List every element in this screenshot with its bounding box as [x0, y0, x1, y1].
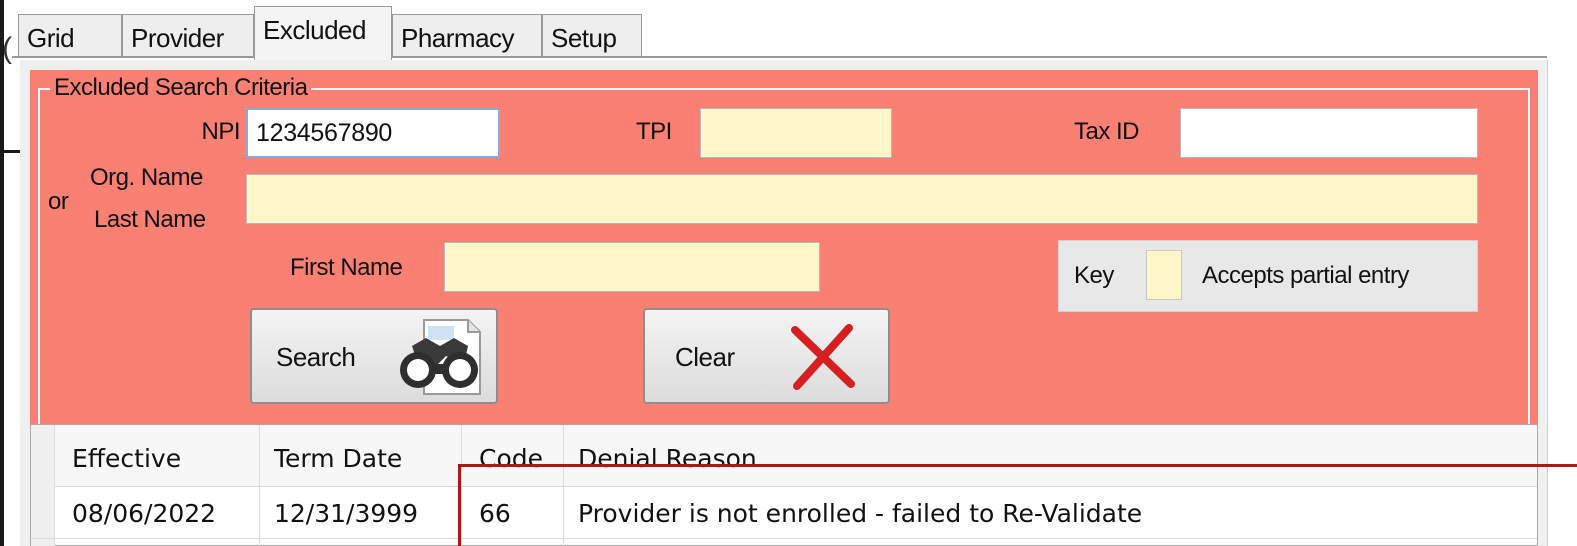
cell-effective: 08/06/2022: [72, 499, 217, 528]
cell-term-date: 12/31/3999: [274, 499, 419, 528]
row-selector-column: [31, 425, 55, 546]
tab-pharmacy[interactable]: Pharmacy: [392, 14, 542, 56]
key-label: Key: [1074, 262, 1114, 289]
npi-label: NPI: [201, 118, 240, 145]
first-name-label: First Name: [290, 254, 403, 281]
search-button-label: Search: [276, 342, 356, 372]
edge-artifact: (: [2, 32, 12, 65]
tab-setup[interactable]: Setup: [542, 14, 642, 56]
red-x-icon: [791, 324, 855, 390]
tab-provider[interactable]: Provider: [122, 14, 254, 56]
first-name-input[interactable]: [444, 242, 820, 292]
highlight-annotation: [458, 464, 1577, 546]
tpi-label: TPI: [636, 118, 672, 145]
group-title: Excluded Search Criteria: [50, 74, 312, 102]
search-button[interactable]: Search: [250, 308, 498, 404]
column-header-term-date[interactable]: Term Date: [274, 444, 402, 473]
tax-id-input[interactable]: [1180, 108, 1478, 158]
window-edge: [0, 0, 4, 546]
tab-excluded[interactable]: Excluded: [254, 6, 392, 60]
tab-baseline: [12, 56, 1547, 58]
column-header-effective[interactable]: Effective: [72, 444, 181, 473]
tax-id-label: Tax ID: [1074, 118, 1140, 145]
org-name-label: Org. Name: [90, 164, 203, 191]
clear-button[interactable]: Clear: [643, 308, 890, 404]
org-last-name-input[interactable]: [246, 174, 1478, 224]
or-label: or: [48, 188, 69, 215]
npi-input[interactable]: 1234567890: [246, 108, 500, 158]
edge-artifact-dash: [0, 150, 20, 153]
last-name-label: Last Name: [94, 206, 206, 233]
key-description: Accepts partial entry: [1202, 262, 1409, 289]
tpi-input[interactable]: [700, 108, 892, 158]
partial-entry-swatch: [1146, 250, 1182, 300]
clear-button-label: Clear: [675, 342, 735, 372]
tab-grid[interactable]: Grid: [18, 14, 122, 56]
binoculars-icon: [400, 319, 481, 395]
